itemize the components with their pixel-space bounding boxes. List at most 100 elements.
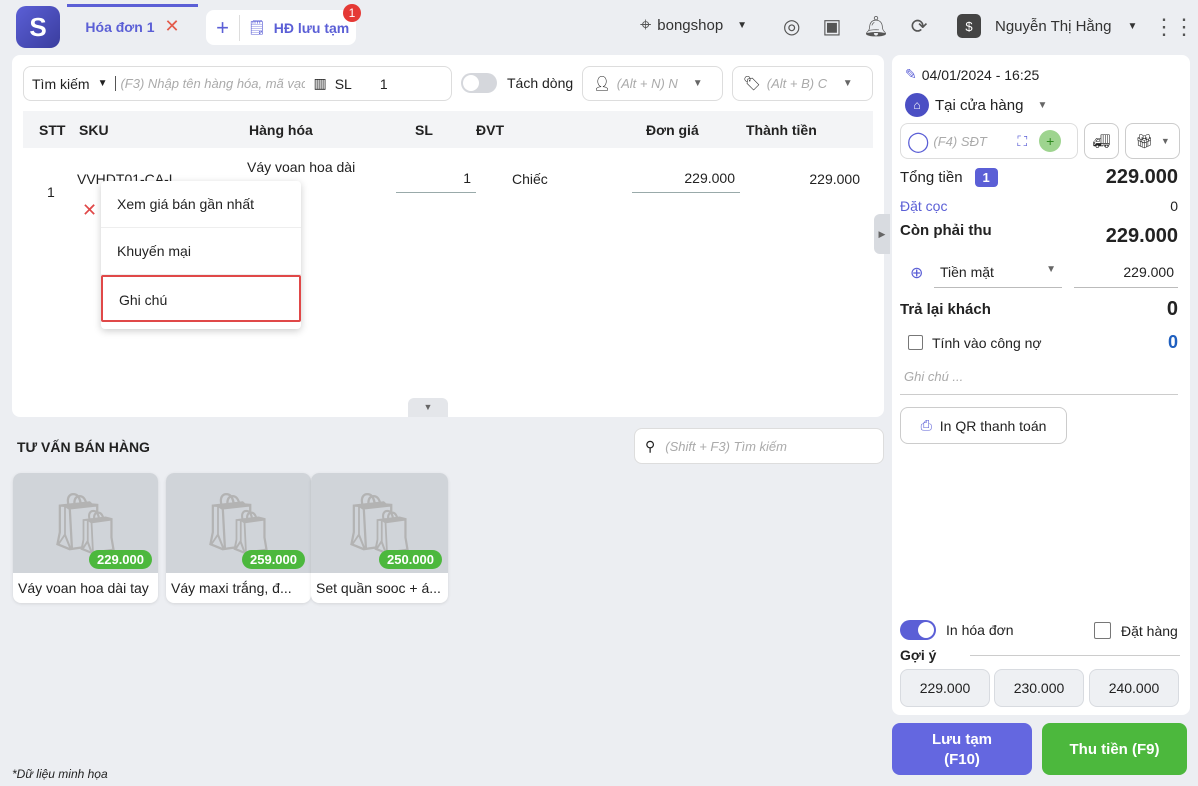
add-customer-icon[interactable]: + <box>1039 130 1062 152</box>
product-card[interactable]: 🛍︎ 250.000 Set quần sooc + á... <box>311 473 448 603</box>
messenger-icon[interactable]: ◎ <box>783 14 800 39</box>
row-unit: Chiếc <box>512 171 548 187</box>
product-price: 250.000 <box>379 550 442 569</box>
user-menu[interactable]: $ Nguyễn Thị Hằng ▼ <box>957 14 1137 38</box>
chevron-down-icon: ▼ <box>842 78 853 89</box>
channel-select[interactable]: ⌂ Tại cửa hàng ▼ <box>905 93 1047 117</box>
edit-icon[interactable]: ✎ <box>905 66 917 83</box>
suggestion-button[interactable]: 230.000 <box>994 669 1084 707</box>
screens-icon[interactable]: ▣ <box>822 14 841 39</box>
scan-face-icon[interactable]: ⛶ <box>1017 133 1027 150</box>
due-label: Còn phải thu <box>900 222 992 239</box>
suggestion-button[interactable]: 240.000 <box>1089 669 1179 707</box>
pay-button[interactable]: Thu tiền (F9) <box>1042 723 1187 775</box>
add-payment-icon[interactable]: ⊕ <box>910 263 923 283</box>
order-datetime: 04/01/2024 - 16:25 <box>921 66 1040 83</box>
chevron-down-icon: ▼ <box>1160 136 1170 146</box>
collapse-toggle[interactable]: ▼ <box>408 398 448 417</box>
menu-item-promotion[interactable]: Khuyến mại <box>101 228 301 275</box>
price-list-select[interactable]: 🏷︎ (Alt + B) C ▼ <box>732 66 873 101</box>
app-logo[interactable]: S <box>16 6 60 48</box>
gift-icon: 🎁︎ <box>1135 132 1153 149</box>
order-checkbox[interactable] <box>1094 622 1111 639</box>
customer-input[interactable]: (F4) SĐT <box>933 134 1013 149</box>
payment-amount-input[interactable]: 229.000 <box>1074 262 1178 288</box>
user-name: Nguyễn Thị Hằng <box>995 17 1112 35</box>
truck-icon: 🚚︎ <box>1092 132 1111 149</box>
saved-invoices-tab[interactable]: HĐ lưu tạm <box>274 20 349 36</box>
add-tab-button[interactable]: + <box>206 14 240 41</box>
store-icon: ⌂ <box>905 93 929 117</box>
row-qty-input[interactable]: 1 <box>396 170 476 193</box>
tab-group: + 🗒 HĐ lưu tạm <box>206 10 356 45</box>
close-icon[interactable]: ✕ <box>164 16 179 37</box>
staff-select[interactable]: 👤︎ (Alt + N) N ▼ <box>582 66 723 101</box>
product-search[interactable]: Tìm kiếm ▼ (F3) Nhập tên hàng hóa, mã vạc… <box>23 66 452 101</box>
product-name: Váy voan hoa dài tay <box>18 580 149 596</box>
advice-search[interactable]: ⚲ (Shift + F3) Tìm kiếm <box>634 428 884 464</box>
col-sku: SKU <box>79 122 109 138</box>
change-amount: 0 <box>1166 298 1178 320</box>
product-price: 229.000 <box>89 550 152 569</box>
delete-icon[interactable]: ✕ <box>82 200 97 221</box>
print-invoice-toggle[interactable] <box>900 620 936 640</box>
debt-checkbox[interactable] <box>908 335 923 350</box>
deposit-link[interactable]: Đặt cọc <box>900 198 947 214</box>
expand-panel-toggle[interactable]: ▶ <box>874 214 890 254</box>
note-input[interactable]: Ghi chú ... <box>900 366 1178 395</box>
bell-icon[interactable]: 🔔︎ <box>863 14 888 39</box>
customer-search[interactable]: ◯ (F4) SĐT ⛶ + <box>900 123 1078 159</box>
deposit-amount: 0 <box>1170 198 1178 214</box>
tab-invoice-1[interactable]: Hóa đơn 1 ✕ <box>67 4 198 46</box>
channel-label: Tại cửa hàng <box>935 96 1024 114</box>
product-name: Set quần sooc + á... <box>316 580 441 596</box>
save-draft-button[interactable]: Lưu tạm (F10) <box>892 723 1032 775</box>
product-card[interactable]: 🛍︎ 259.000 Váy maxi trắng, đ... <box>166 473 311 603</box>
order-label: Đặt hàng <box>1121 622 1178 639</box>
total-amount: 229.000 <box>1105 166 1178 188</box>
printer-icon: ⎙ <box>920 417 932 433</box>
col-product: Hàng hóa <box>249 122 313 138</box>
qty-input[interactable]: 1 <box>380 76 388 92</box>
col-price: Đơn giá <box>646 122 699 138</box>
product-card[interactable]: 🛍︎ 229.000 Váy voan hoa dài tay <box>13 473 158 603</box>
shopping-bag-icon: 🛍︎ <box>47 489 124 557</box>
apps-grid-icon[interactable]: ⋮⋮⋮ <box>1153 14 1198 40</box>
payment-method-select[interactable]: Tiền mặt ▼ <box>934 262 1062 288</box>
search-input[interactable]: (F3) Nhập tên hàng hóa, mã vạch, mã SKU <box>115 76 305 91</box>
location-icon: ⌖ <box>640 14 652 36</box>
menu-item-note[interactable]: Ghi chú <box>101 275 301 322</box>
sync-icon[interactable]: ⟳ <box>911 14 928 39</box>
tag-icon: 🏷︎ <box>743 75 761 91</box>
row-price-input[interactable]: 229.000 <box>632 170 740 193</box>
row-product-name: Váy voan hoa dài <box>247 159 356 175</box>
shopping-bag-icon: 🛍︎ <box>200 489 277 557</box>
row-stt: 1 <box>47 184 55 200</box>
divider <box>970 655 1180 656</box>
change-label: Trả lại khách <box>900 301 991 318</box>
col-qty: SL <box>415 122 433 138</box>
staff-icon: 👤︎ <box>593 75 611 91</box>
store-name: bongshop <box>657 17 724 34</box>
col-stt: STT <box>39 122 66 138</box>
chevron-down-icon: ▼ <box>1127 20 1138 32</box>
chevron-down-icon: ▼ <box>97 78 108 89</box>
barcode-icon[interactable]: ▥ <box>313 75 326 92</box>
gift-button[interactable]: 🎁︎ ▼ <box>1125 123 1180 159</box>
delivery-button[interactable]: 🚚︎ <box>1084 123 1119 159</box>
menu-item-last-price[interactable]: Xem giá bán gần nhất <box>101 181 301 228</box>
store-selector[interactable]: ⌖ bongshop ▼ <box>640 14 747 37</box>
user-circle-icon: ◯ <box>907 130 930 153</box>
search-icon: ⚲ <box>645 437 656 454</box>
suggest-label: Gợi ý <box>900 647 937 663</box>
print-qr-label: In QR thanh toán <box>939 417 1047 434</box>
search-mode-select[interactable]: Tìm kiếm <box>32 76 90 92</box>
item-count-badge: 1 <box>974 168 998 187</box>
payment-method: Tiền mặt <box>940 264 994 280</box>
debt-amount: 0 <box>1167 332 1178 352</box>
save-draft-label: Lưu tạm <box>931 731 993 748</box>
suggestion-button[interactable]: 229.000 <box>900 669 990 707</box>
receipt-icon: 🗒 <box>248 19 266 35</box>
print-qr-button[interactable]: ⎙ In QR thanh toán <box>900 407 1067 444</box>
split-line-toggle[interactable] <box>461 73 497 93</box>
